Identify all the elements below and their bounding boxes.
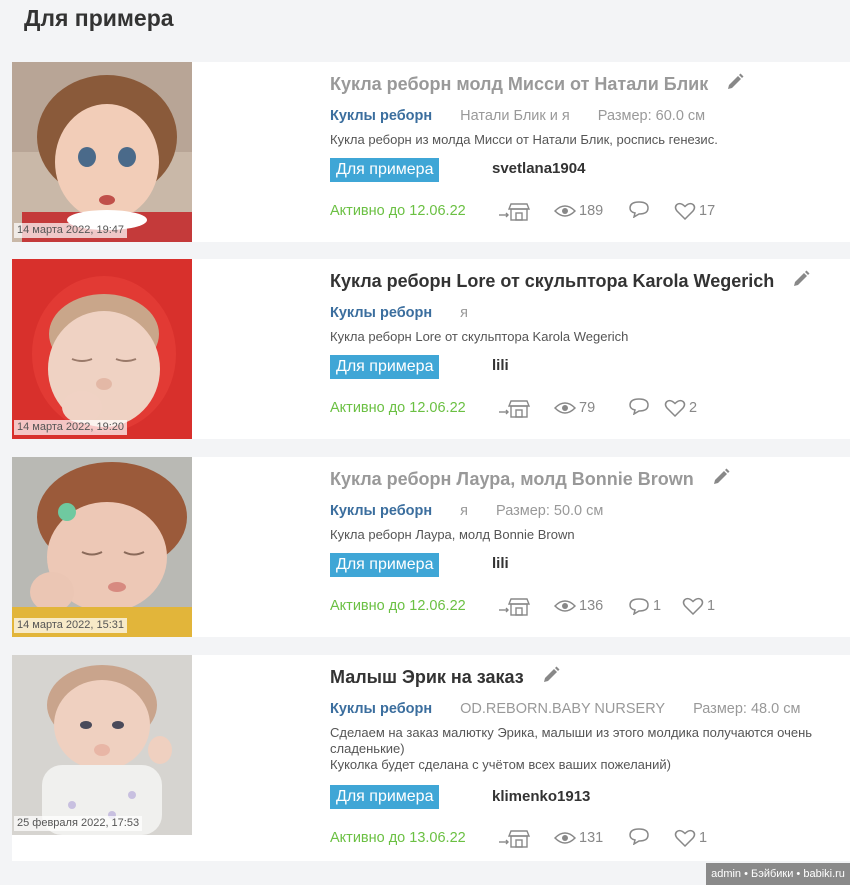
- likes-count: 1: [699, 830, 708, 846]
- shop-icon[interactable]: [498, 827, 532, 849]
- category-link[interactable]: Куклы реборн: [330, 503, 432, 519]
- item-title-text[interactable]: Малыш Эрик на заказ: [330, 667, 524, 687]
- views-count: 131: [579, 830, 604, 846]
- comments-count: 1: [653, 598, 662, 614]
- status-badge[interactable]: Для примера: [330, 355, 440, 379]
- item-author: Натали Блик и я: [460, 108, 570, 124]
- eye-icon: [554, 205, 576, 217]
- views-count: 136: [579, 598, 604, 614]
- list-item: 14 марта 2022, 19:20 Кукла реборн Lore о…: [12, 259, 850, 439]
- status-badge[interactable]: Для примера: [330, 553, 440, 577]
- active-until: Активно до 13.06.22: [330, 830, 466, 846]
- site-watermark: admin • Бэйбики • babiki.ru: [706, 863, 850, 885]
- item-description: Кукла реборн Лаура, молд Bonnie Brown: [330, 527, 575, 542]
- active-until: Активно до 12.06.22: [330, 203, 466, 219]
- comment-icon: [629, 398, 649, 415]
- username-link[interactable]: lili: [492, 555, 509, 572]
- views-stat: 136: [554, 595, 603, 617]
- item-title[interactable]: Малыш Эрик на заказ: [330, 665, 560, 690]
- likes-stat[interactable]: 2: [664, 397, 697, 419]
- item-date: 14 марта 2022, 19:20: [14, 420, 128, 435]
- item-title-text[interactable]: Кукла реборн Lore от скульптора Karola W…: [330, 271, 774, 291]
- item-photo[interactable]: 14 марта 2022, 19:20: [12, 259, 192, 439]
- category-link[interactable]: Куклы реборн: [330, 305, 432, 321]
- item-title[interactable]: Кукла реборн Лаура, молд Bonnie Brown: [330, 467, 730, 492]
- status-badge[interactable]: Для примера: [330, 785, 440, 809]
- doll-photo-image: [12, 62, 192, 242]
- item-title[interactable]: Кукла реборн молд Мисси от Натали Блик: [330, 72, 744, 97]
- item-description: Сделаем на заказ малютку Эрика, малыши и…: [330, 725, 813, 772]
- views-count: 189: [579, 203, 604, 219]
- views-stat: 79: [554, 397, 595, 419]
- item-description: Кукла реборн из молда Мисси от Натали Бл…: [330, 132, 718, 147]
- shop-icon[interactable]: [498, 200, 532, 222]
- comments-stat[interactable]: [628, 200, 653, 218]
- shop-icon[interactable]: [498, 595, 532, 617]
- shop-icon[interactable]: [498, 397, 532, 419]
- doll-photo-image: [12, 457, 192, 637]
- item-title[interactable]: Кукла реборн Lore от скульптора Karola W…: [330, 269, 810, 294]
- heart-icon: [674, 202, 696, 220]
- item-title-text[interactable]: Кукла реборн Лаура, молд Bonnie Brown: [330, 469, 694, 489]
- category-link[interactable]: Куклы реборн: [330, 108, 432, 124]
- item-author: я: [460, 305, 468, 321]
- active-until: Активно до 12.06.22: [330, 400, 466, 416]
- likes-stat[interactable]: 1: [674, 827, 707, 849]
- category-link[interactable]: Куклы реборн: [330, 701, 432, 717]
- eye-icon: [554, 402, 576, 414]
- likes-stat[interactable]: 1: [682, 595, 715, 617]
- active-until: Активно до 12.06.22: [330, 598, 466, 614]
- status-badge[interactable]: Для примера: [330, 158, 440, 182]
- doll-photo-image: [12, 259, 192, 439]
- comment-icon: [629, 828, 649, 845]
- item-photo[interactable]: 14 марта 2022, 15:31: [12, 457, 192, 637]
- item-description: Кукла реборн Lore от скульптора Karola W…: [330, 329, 629, 344]
- page-title: Для примера: [24, 5, 174, 31]
- doll-photo-image: [12, 655, 192, 835]
- list-item: 14 марта 2022, 15:31 Кукла реборн Лаура,…: [12, 457, 850, 637]
- item-meta: Куклы реборн я: [330, 303, 468, 323]
- item-author: я: [460, 503, 468, 519]
- item-meta: Куклы реборн я Размер: 50.0 см: [330, 501, 603, 521]
- item-date: 25 февраля 2022, 17:53: [14, 816, 143, 831]
- item-size: Размер: 50.0 см: [496, 503, 604, 519]
- eye-icon: [554, 600, 576, 612]
- comments-stat[interactable]: [628, 827, 653, 845]
- heart-icon: [674, 829, 696, 847]
- list-item: 14 марта 2022, 19:47 Кукла реборн молд М…: [12, 62, 850, 242]
- username-link[interactable]: svetlana1904: [492, 160, 585, 177]
- likes-count: 17: [699, 203, 716, 219]
- views-stat: 131: [554, 827, 603, 849]
- item-date: 14 марта 2022, 15:31: [14, 618, 128, 633]
- comments-stat[interactable]: [628, 397, 653, 415]
- likes-count: 1: [707, 598, 716, 614]
- heart-icon: [682, 597, 704, 615]
- likes-stat[interactable]: 17: [674, 200, 715, 222]
- comment-icon: [629, 201, 649, 218]
- item-photo[interactable]: 25 февраля 2022, 17:53: [12, 655, 192, 835]
- item-size: Размер: 60.0 см: [597, 108, 706, 124]
- likes-count: 2: [689, 400, 698, 416]
- username-link[interactable]: klimenko1913: [492, 788, 590, 805]
- eye-icon: [554, 832, 576, 844]
- item-photo[interactable]: 14 марта 2022, 19:47: [12, 62, 192, 242]
- pencil-icon[interactable]: [542, 666, 560, 690]
- item-meta: Куклы реборн Натали Блик и я Размер: 60.0 …: [330, 106, 705, 126]
- comments-stat[interactable]: 1: [628, 595, 661, 617]
- item-author: OD.REBORN.BABY NURSERY: [460, 701, 666, 717]
- item-size: Размер: 48.0 см: [693, 701, 801, 717]
- item-meta: Куклы реборн OD.REBORN.BABY NURSERY Размер…: [330, 699, 800, 719]
- views-stat: 189: [554, 200, 603, 222]
- pencil-icon[interactable]: [726, 73, 744, 97]
- views-count: 79: [579, 400, 596, 416]
- heart-icon: [664, 399, 686, 417]
- username-link[interactable]: lili: [492, 357, 509, 374]
- pencil-icon[interactable]: [712, 468, 730, 492]
- pencil-icon[interactable]: [792, 270, 810, 294]
- comment-icon: [629, 598, 649, 615]
- item-title-text[interactable]: Кукла реборн молд Мисси от Натали Блик: [330, 74, 708, 94]
- list-item: 25 февраля 2022, 17:53 Малыш Эрик на зак…: [12, 655, 850, 861]
- item-date: 14 марта 2022, 19:47: [14, 223, 128, 238]
